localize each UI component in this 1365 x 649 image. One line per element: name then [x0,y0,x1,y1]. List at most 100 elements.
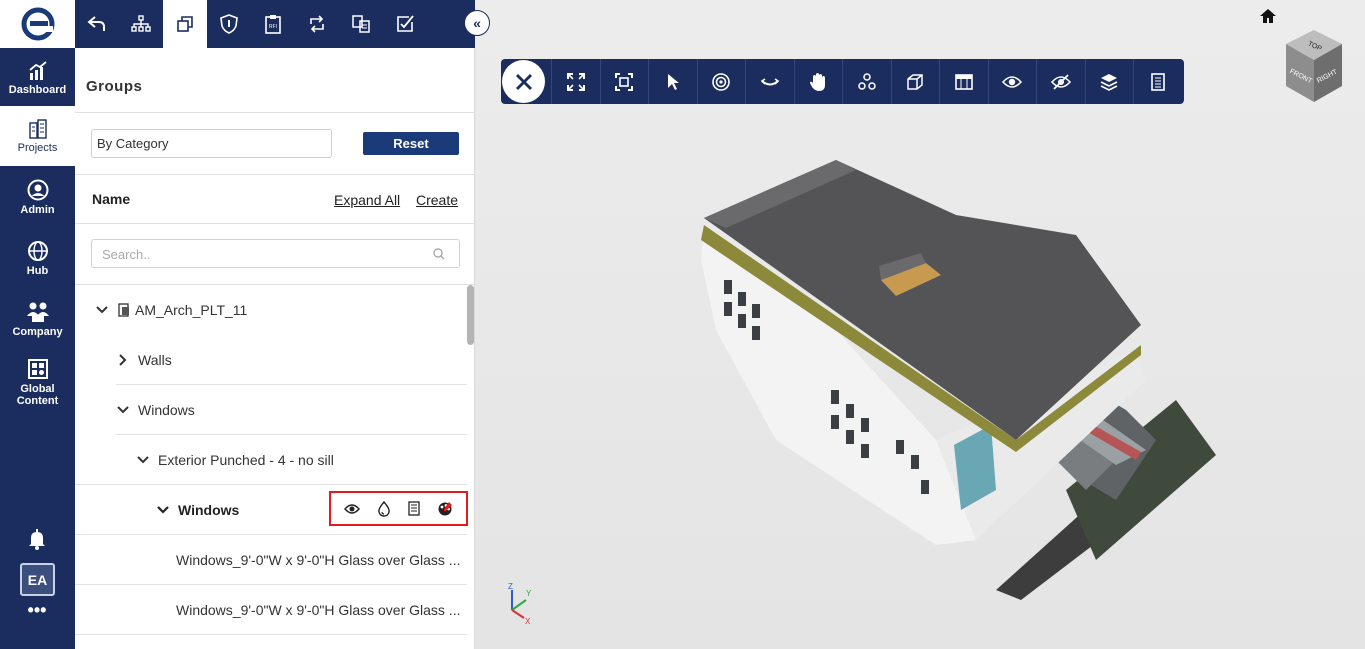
panel-scrollbar[interactable] [467,285,474,345]
divider [75,223,474,224]
tree-row-model[interactable]: AM_Arch_PLT_11 [75,285,467,335]
chevron-down-icon [157,506,169,514]
tree-row-label: Exterior Punched - 4 - no sill [158,452,334,468]
axis-x-label: X [525,617,531,626]
rfi-clipboard-icon: RFI [265,15,281,34]
tree-row-label: Walls [138,352,172,368]
hierarchy-tree-icon [131,15,151,32]
svg-text:RFI: RFI [269,24,277,30]
axis-gizmo: Z Y X [508,582,532,626]
global-content-icon [27,358,48,379]
fullscreen-icon [566,72,585,91]
eye-visibility-icon[interactable] [343,503,360,515]
hub-globe-icon [27,240,48,261]
eye-slash-icon [1050,73,1071,90]
double-chevron-left-icon: « [473,15,481,31]
nav-admin[interactable]: Admin [0,167,75,227]
groups-layers-icon [177,16,193,32]
section-box-button[interactable] [890,59,940,104]
close-icon [515,73,532,90]
company-people-icon [26,302,49,322]
name-column-header: Name [92,191,131,207]
user-avatar[interactable]: EA [20,563,55,596]
bell-icon [29,529,45,550]
compare-docs-icon [352,15,370,33]
orbit-target-icon [712,72,731,91]
search-icon [433,248,445,260]
hide-button[interactable] [1036,59,1085,104]
tree-row-exterior-punched[interactable]: Exterior Punched - 4 - no sill [75,435,467,485]
nav-company[interactable]: Company [0,289,75,349]
projects-buildings-icon [28,118,47,139]
axis-y-label: Y [526,589,532,598]
edit-check-button[interactable] [383,0,427,48]
look-around-icon [760,77,780,85]
groups-button[interactable] [163,0,207,48]
row-actions-toolbar [329,491,468,526]
document-list-icon [1150,72,1165,91]
viewcube[interactable]: TOP FRONT RIGHT [1282,28,1346,104]
expand-all-link[interactable]: Expand All [334,192,400,208]
layers-button[interactable] [1084,59,1134,104]
panel-title: Groups [86,78,143,95]
tree-row-windows[interactable]: Windows [75,385,467,435]
nav-dashboard[interactable]: Dashboard [0,48,75,108]
pan-button[interactable] [793,59,843,104]
create-link[interactable]: Create [416,192,458,208]
search-placeholder: Search.. [102,247,151,262]
panel-toolbar: RFI [75,0,475,48]
model-viewer[interactable]: TOP FRONT RIGHT Z Y X [476,0,1365,649]
notifications-bell[interactable] [26,528,48,550]
color-drop-icon[interactable] [377,500,391,517]
collapse-panel-button[interactable]: « [464,10,490,36]
select-button[interactable] [648,59,697,104]
tree-row-label: AM_Arch_PLT_11 [135,302,248,318]
nav-global-content[interactable]: Global Content [0,350,75,414]
chevron-down-icon [137,456,149,464]
home-icon[interactable] [1259,8,1277,24]
divider [75,112,474,113]
back-button[interactable] [75,0,119,48]
explode-button[interactable] [842,59,891,104]
section-plane-button[interactable] [939,59,988,104]
layers-stack-icon [1100,73,1118,91]
rfi-button[interactable]: RFI [251,0,295,48]
sync-arrows-icon [310,15,324,33]
back-arrow-icon [87,16,105,31]
compare-button[interactable] [339,0,383,48]
sync-button[interactable] [295,0,339,48]
palette-color-icon[interactable] [437,501,453,517]
app-window: Dashboard Projects Admin Hub Company Glo… [0,0,1365,649]
category-select[interactable]: By Category [91,129,332,158]
model-file-icon [118,303,129,317]
properties-button[interactable] [1133,59,1182,104]
nav-hub[interactable]: Hub [0,228,75,288]
fit-view-button[interactable] [599,59,649,104]
left-nav-rail: Dashboard Projects Admin Hub Company Glo… [0,0,75,649]
tree-row-walls[interactable]: Walls [75,335,467,385]
nav-dashboard-label: Dashboard [8,83,67,96]
tree-row-label: Windows_9'-0"W x 9'-0"H Glass over Glass… [176,552,461,568]
axis-z-label: Z [508,582,513,591]
search-input[interactable]: Search.. [91,239,460,268]
shield-button[interactable] [207,0,251,48]
cursor-pointer-icon [667,73,679,90]
more-options[interactable]: ••• [26,601,48,620]
fullscreen-button[interactable] [551,59,600,104]
hierarchy-button[interactable] [119,0,163,48]
look-button[interactable] [745,59,794,104]
tree-row-label: Windows_9'-0"W x 9'-0"H Glass over Glass… [176,602,461,618]
edit-check-icon [397,15,414,32]
chevron-down-icon [96,306,108,314]
nav-projects[interactable]: Projects [0,106,75,166]
orbit-button[interactable] [696,59,746,104]
tree-row-window-instance[interactable]: Windows_9'-0"W x 9'-0"H Glass over Glass… [75,535,467,585]
show-all-button[interactable] [987,59,1037,104]
close-viewer-button[interactable] [502,60,545,103]
app-logo[interactable] [0,0,75,48]
tree-row-label: Windows [138,402,195,418]
chevron-down-icon [117,406,129,414]
properties-document-icon[interactable] [408,501,420,516]
reset-button[interactable]: Reset [363,132,459,155]
tree-row-window-instance[interactable]: Windows_9'-0"W x 9'-0"H Glass over Glass… [75,585,467,635]
